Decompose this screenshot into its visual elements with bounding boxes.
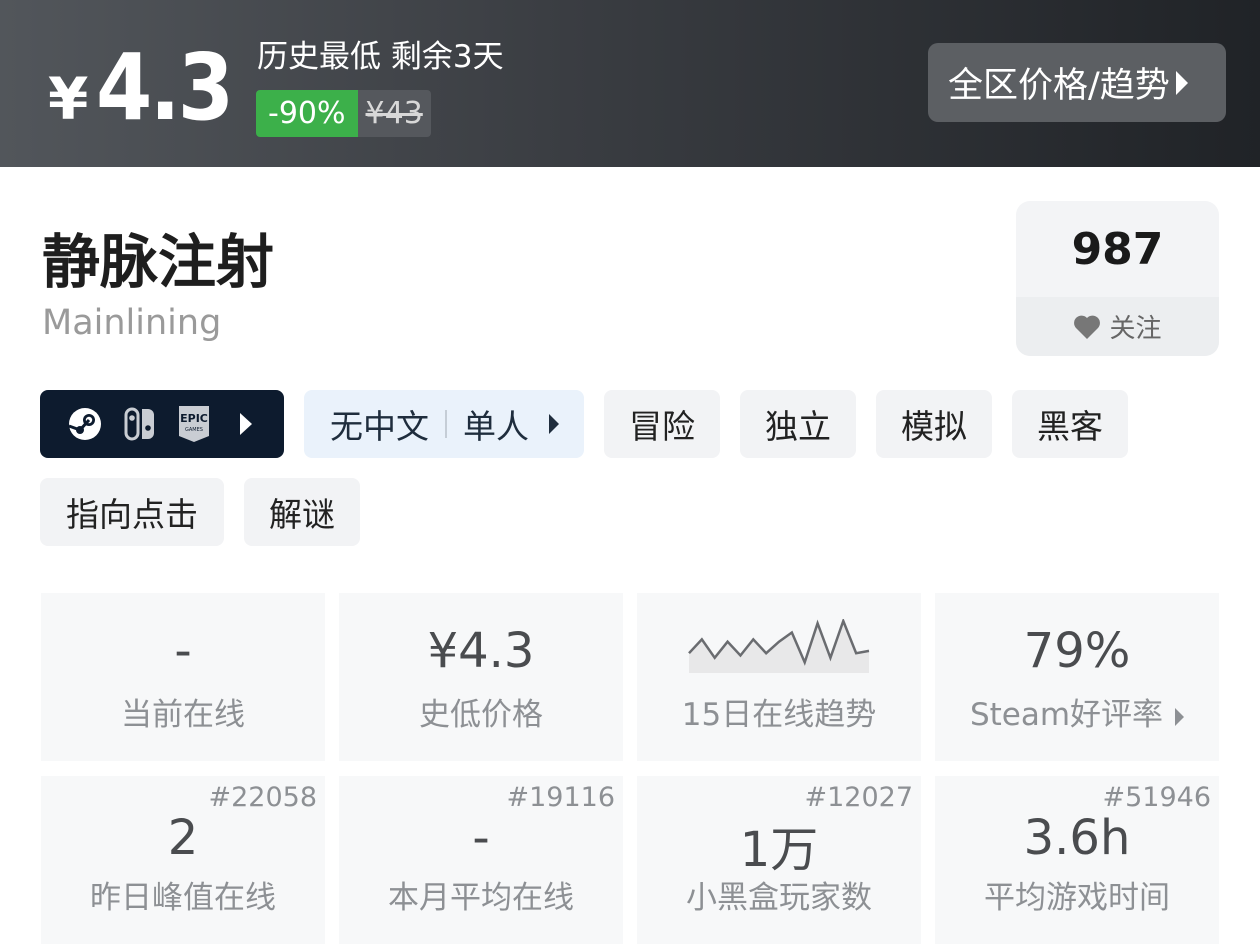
follow-count: 987 (1071, 223, 1164, 275)
history-low-text: 历史最低 剩余3天 (257, 39, 504, 75)
switch-icon (124, 407, 156, 441)
region-price-label: 全区价格/趋势 (948, 66, 1170, 106)
rank-badge: #22058 (208, 782, 317, 813)
language-label: 无中文 (330, 407, 429, 446)
stat-label: 15日在线趋势 (681, 697, 877, 733)
svg-text:GAMES: GAMES (185, 427, 203, 433)
original-price: ¥43 (357, 90, 431, 137)
chevron-right-icon (1175, 707, 1185, 726)
stat-monthly-average: #19116 - 本月平均在线 (339, 776, 623, 944)
chevron-right-icon (549, 414, 559, 434)
stat-value: - (472, 810, 490, 866)
chevron-right-icon (240, 413, 252, 435)
discount-percent: -90% (256, 90, 358, 137)
tag-hacking[interactable]: 黑客 (1012, 390, 1128, 458)
stat-value: 3.6h (1023, 810, 1131, 866)
game-title: 静脉注射 (42, 228, 275, 296)
price-banner: ¥ 4.3 历史最低 剩余3天 -90% ¥43 全区价格/趋势 (0, 0, 1260, 167)
stat-label: Steam好评率 (935, 689, 1219, 734)
rank-badge: #19116 (506, 782, 615, 813)
platform-selector[interactable]: EPIC GAMES (40, 390, 284, 458)
sparkline-area (689, 621, 869, 673)
stat-current-online: - 当前在线 (41, 593, 325, 761)
svg-text:EPIC: EPIC (180, 412, 208, 425)
stat-yesterday-peak: #22058 2 昨日峰值在线 (41, 776, 325, 944)
current-price: ¥ 4.3 (48, 34, 250, 141)
stat-steam-rating[interactable]: 79% Steam好评率 (935, 593, 1219, 761)
region-price-button[interactable]: 全区价格/趋势 (928, 43, 1226, 122)
stat-lowest-price: ¥4.3 史低价格 (339, 593, 623, 761)
online-trend-sparkline (688, 619, 870, 673)
follow-label: 关注 (1109, 314, 1162, 344)
stat-label: 史低价格 (419, 697, 543, 733)
stat-value: 79% (1023, 623, 1131, 679)
stat-label: 小黑盒玩家数 (686, 880, 872, 916)
rank-badge: #12027 (804, 782, 913, 813)
follow-box[interactable]: 987 关注 (1016, 201, 1219, 356)
language-mode-tag[interactable]: 无中文 单人 (304, 390, 584, 458)
tag-indie[interactable]: 独立 (740, 390, 856, 458)
stat-label: 当前在线 (121, 697, 245, 733)
rank-badge: #51946 (1102, 782, 1211, 813)
steam-rating-label: Steam好评率 (969, 697, 1164, 733)
stat-value: 2 (167, 810, 199, 866)
stat-value: - (174, 623, 192, 679)
price-value: 4.3 (96, 34, 234, 141)
stat-online-trend[interactable]: 15日在线趋势 (637, 593, 921, 761)
stat-value: 1万 (739, 822, 819, 878)
player-mode-label: 单人 (463, 407, 529, 446)
stat-average-playtime: #51946 3.6h 平均游戏时间 (935, 776, 1219, 944)
epic-icon: EPIC GAMES (178, 405, 210, 443)
heart-icon (1074, 315, 1101, 339)
tag-simulation[interactable]: 模拟 (876, 390, 992, 458)
divider (445, 410, 447, 438)
steam-icon (68, 407, 102, 441)
discount-badge: -90% ¥43 (256, 90, 431, 137)
tag-adventure[interactable]: 冒险 (604, 390, 720, 458)
chevron-right-icon (1175, 70, 1188, 95)
stat-value: ¥4.3 (427, 623, 535, 679)
tag-puzzle[interactable]: 解谜 (244, 478, 360, 546)
stat-label: 平均游戏时间 (984, 880, 1170, 916)
stat-label: 昨日峰值在线 (90, 880, 276, 916)
follow-button[interactable]: 关注 (1016, 297, 1219, 356)
tag-point-and-click[interactable]: 指向点击 (40, 478, 224, 546)
currency-symbol: ¥ (48, 65, 89, 133)
stat-player-count: #12027 1万 小黑盒玩家数 (637, 776, 921, 944)
game-subtitle: Mainlining (42, 303, 222, 343)
stat-label: 本月平均在线 (388, 880, 574, 916)
